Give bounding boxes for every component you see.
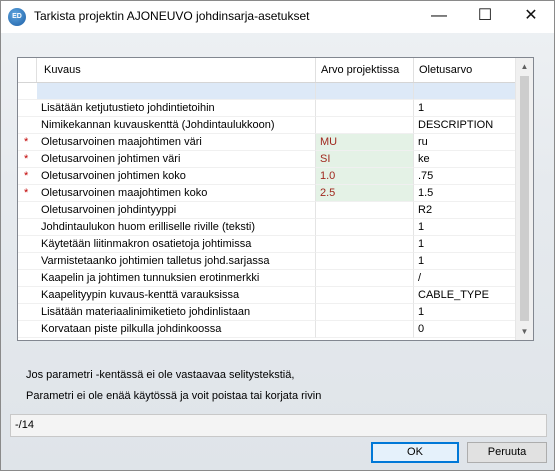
minimize-icon[interactable]: — [416,1,462,33]
status-text: -/14 [15,419,34,431]
cell-description[interactable]: Varmistetaanko johtimien talletus johd.s… [37,253,316,270]
row-flag: * [18,185,37,202]
cell-description[interactable]: Oletusarvoinen johtimen väri [37,151,316,168]
table-row-new[interactable] [18,83,515,100]
cell-description[interactable]: Johdintaulukon huom erilliselle riville … [37,219,316,236]
title-bar[interactable]: ED Tarkista projektin AJONEUVO johdinsar… [1,1,554,33]
cell-default-value[interactable]: ke [414,151,515,168]
cell-default-value[interactable]: 1 [414,236,515,253]
note-line-1: Jos parametri -kentässä ei ole vastaavaa… [26,369,295,381]
app-logo-icon: ED [8,8,26,26]
cell-description[interactable]: Lisätään materiaalinimiketieto johdinlis… [37,304,316,321]
vertical-scrollbar[interactable]: ▲ ▼ [515,58,533,340]
table-row[interactable]: Lisätään ketjutustieto johdintietoihin 1 [18,100,515,117]
table-row[interactable]: Oletusarvoinen johdintyyppi R2 [18,202,515,219]
status-bar: -/14 [10,414,547,437]
row-flag [18,83,37,100]
cell-project-value[interactable]: 2.5 [316,185,414,202]
cell-description[interactable]: Oletusarvoinen maajohtimen koko [37,185,316,202]
table-row[interactable]: Johdintaulukon huom erilliselle riville … [18,219,515,236]
cell-project-value[interactable] [316,287,414,304]
table-row[interactable]: Lisätään materiaalinimiketieto johdinlis… [18,304,515,321]
cell-default-value[interactable]: / [414,270,515,287]
cell-description[interactable]: Oletusarvoinen johdintyyppi [37,202,316,219]
cell-project-value[interactable] [316,270,414,287]
row-flag [18,287,37,304]
table-row[interactable]: Varmistetaanko johtimien talletus johd.s… [18,253,515,270]
cell-description[interactable]: Oletusarvoinen johtimen koko [37,168,316,185]
cell-default-value[interactable]: .75 [414,168,515,185]
table-row[interactable]: * Oletusarvoinen johtimen koko 1.0.75 [18,168,515,185]
table-row[interactable]: Korvataan piste pilkulla johdinkoossa 0 [18,321,515,338]
grid-rows: Lisätään ketjutustieto johdintietoihin 1 N… [18,83,515,338]
row-flag: * [18,168,37,185]
cell-project-value[interactable] [316,100,414,117]
window-title: Tarkista projektin AJONEUVO johdinsarja-… [34,9,310,23]
cell-default-value[interactable]: CABLE_TYPE [414,287,515,304]
cell-default-value[interactable] [414,83,515,100]
row-flag: * [18,134,37,151]
cell-default-value[interactable]: 1 [414,219,515,236]
dialog-window: ED Tarkista projektin AJONEUVO johdinsar… [0,0,555,471]
scroll-down-icon[interactable]: ▼ [516,323,533,340]
grid-header: Kuvaus Arvo projektissa Oletusarvo [18,58,515,83]
cell-project-value[interactable] [316,304,414,321]
cell-description[interactable]: Nimikekannan kuvauskenttä (Johdintaulukk… [37,117,316,134]
row-flag [18,236,37,253]
note-line-2: Parametri ei ole enää käytössä ja voit p… [26,390,322,402]
table-row[interactable]: Nimikekannan kuvauskenttä (Johdintaulukk… [18,117,515,134]
table-row[interactable]: * Oletusarvoinen johtimen väri SI ke [18,151,515,168]
header-default-value[interactable]: Oletusarvo [414,58,515,82]
cell-project-value[interactable]: 1.0 [316,168,414,185]
cell-project-value[interactable]: MU [316,134,414,151]
header-flag [18,58,37,82]
settings-grid[interactable]: Kuvaus Arvo projektissa Oletusarvo Lisät… [17,57,534,341]
row-flag [18,321,37,338]
cell-project-value[interactable] [316,236,414,253]
row-flag [18,304,37,321]
header-project-value[interactable]: Arvo projektissa [316,58,414,82]
cell-default-value[interactable]: 1.5 [414,185,515,202]
scroll-up-icon[interactable]: ▲ [516,58,533,75]
cell-project-value[interactable] [316,253,414,270]
table-row[interactable]: * Oletusarvoinen maajohtimen koko 2.5 1.5 [18,185,515,202]
table-row[interactable]: Kaapelin ja johtimen tunnuksien erotinme… [18,270,515,287]
cell-project-value[interactable] [316,83,414,100]
table-row[interactable]: * Oletusarvoinen maajohtimen väri MU ru [18,134,515,151]
cell-description[interactable] [37,83,316,100]
cell-default-value[interactable]: 1 [414,253,515,270]
scrollbar-thumb[interactable] [520,76,529,321]
header-description[interactable]: Kuvaus [37,58,316,82]
row-flag [18,253,37,270]
row-flag [18,117,37,134]
cell-default-value[interactable]: ru [414,134,515,151]
cell-project-value[interactable] [316,219,414,236]
cell-project-value[interactable] [316,321,414,338]
row-flag [18,219,37,236]
cell-description[interactable]: Oletusarvoinen maajohtimen väri [37,134,316,151]
cell-description[interactable]: Korvataan piste pilkulla johdinkoossa [37,321,316,338]
cell-description[interactable]: Kaapelityypin kuvaus-kenttä varauksissa [37,287,316,304]
table-row[interactable]: Käytetään liitinmakron osatietoja johtim… [18,236,515,253]
ok-button[interactable]: OK [371,442,459,463]
row-flag: * [18,151,37,168]
cell-description[interactable]: Kaapelin ja johtimen tunnuksien erotinme… [37,270,316,287]
cell-description[interactable]: Käytetään liitinmakron osatietoja johtim… [37,236,316,253]
cancel-button[interactable]: Peruuta [467,442,547,463]
row-flag [18,202,37,219]
maximize-icon[interactable]: ☐ [462,1,508,33]
table-row[interactable]: Kaapelityypin kuvaus-kenttä varauksissa C… [18,287,515,304]
close-icon[interactable]: ✕ [508,1,554,33]
cell-default-value[interactable]: R2 [414,202,515,219]
cell-default-value[interactable]: 0 [414,321,515,338]
cell-default-value[interactable]: DESCRIPTION [414,117,515,134]
cell-default-value[interactable]: 1 [414,304,515,321]
cell-project-value[interactable]: SI [316,151,414,168]
cell-default-value[interactable]: 1 [414,100,515,117]
cell-description[interactable]: Lisätään ketjutustieto johdintietoihin [37,100,316,117]
cell-project-value[interactable] [316,117,414,134]
cell-project-value[interactable] [316,202,414,219]
row-flag [18,270,37,287]
row-flag [18,100,37,117]
